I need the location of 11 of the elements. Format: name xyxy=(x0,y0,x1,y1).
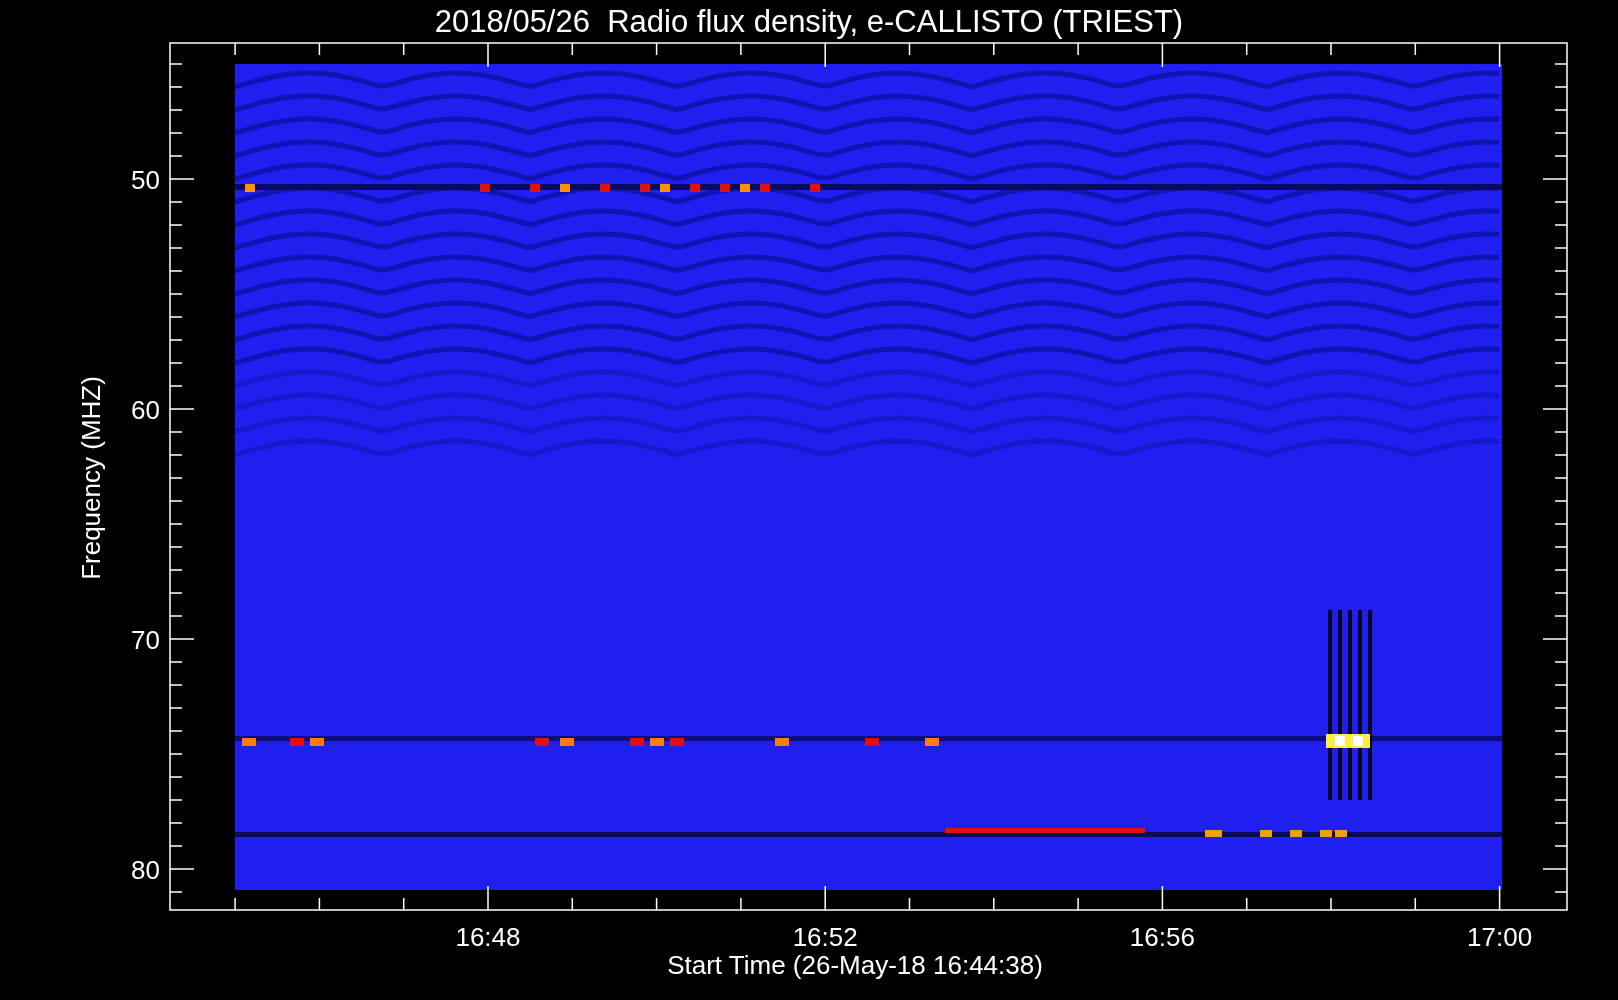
y-tick-label: 70 xyxy=(131,625,160,655)
y-axis-label: Frequency (MHZ) xyxy=(76,376,106,580)
y-tick-label: 80 xyxy=(131,855,160,885)
y-tick-label: 50 xyxy=(131,165,160,195)
x-tick-label: 16:48 xyxy=(455,922,521,952)
x-tick-label: 17:00 xyxy=(1467,922,1533,952)
x-axis-label: Start Time (26-May-18 16:44:38) xyxy=(667,950,1043,980)
chart-title: 2018/05/26 Radio flux density, e-CALLISTO (TRIEST) xyxy=(434,4,1184,39)
x-tick-label: 16:56 xyxy=(1129,922,1195,952)
y-tick-label: 60 xyxy=(131,395,160,425)
x-tick-label: 16:52 xyxy=(792,922,858,952)
